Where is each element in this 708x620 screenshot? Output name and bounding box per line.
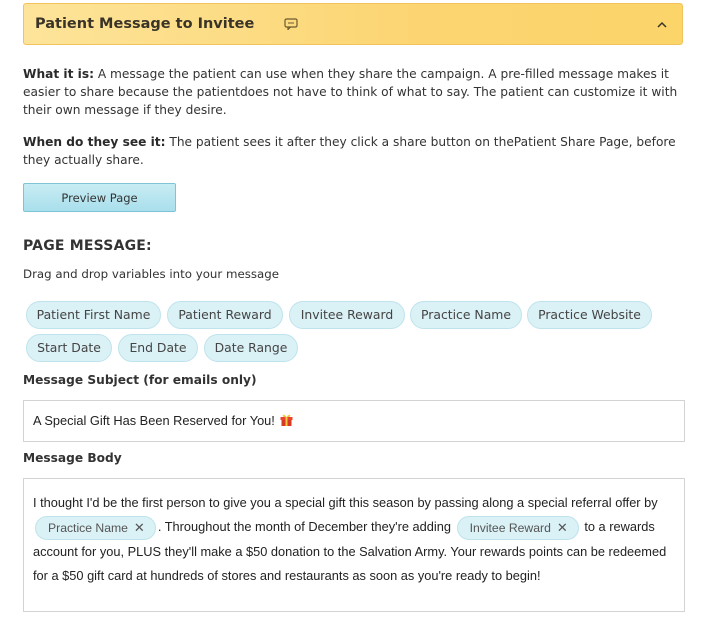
drag-drop-hint: Drag and drop variables into your messag… [23, 267, 280, 281]
chevron-up-icon[interactable] [655, 17, 669, 31]
message-subject-input[interactable]: A Special Gift Has Been Reserved for You… [23, 400, 685, 442]
variable-chip-patient-first-name[interactable]: Patient First Name [26, 301, 161, 329]
message-subject-label: Message Subject (for emails only) [23, 373, 257, 387]
message-body-editor[interactable]: I thought I'd be the first person to giv… [23, 478, 685, 612]
variable-chip-invitee-reward[interactable]: Invitee Reward [289, 301, 405, 329]
inline-variable-label: Invitee Reward [469, 520, 551, 535]
inline-variable-invitee-reward[interactable]: Invitee Reward ✕ [456, 515, 579, 540]
variable-chip-end-date[interactable]: End Date [118, 334, 198, 362]
message-body-label: Message Body [23, 451, 122, 465]
variable-chip-practice-website[interactable]: Practice Website [527, 301, 652, 329]
variable-chip-start-date[interactable]: Start Date [26, 334, 112, 362]
page-message-title: PAGE MESSAGE: [23, 238, 152, 254]
gift-icon [279, 412, 294, 430]
what-it-is-label: What it is: [23, 67, 94, 81]
variable-chip-practice-name[interactable]: Practice Name [410, 301, 522, 329]
remove-icon[interactable]: ✕ [557, 520, 568, 535]
inline-variable-practice-name[interactable]: Practice Name ✕ [35, 515, 156, 540]
what-it-is-text: A message the patient can use when they … [23, 67, 678, 117]
message-body-text-1: I thought I'd be the first person to giv… [33, 495, 658, 510]
message-icon [284, 18, 298, 30]
preview-page-button[interactable]: Preview Page [23, 183, 176, 212]
variable-chip-patient-reward[interactable]: Patient Reward [167, 301, 283, 329]
message-subject-value: A Special Gift Has Been Reserved for You… [33, 413, 275, 428]
section-title: Patient Message to Invitee [35, 16, 255, 32]
remove-icon[interactable]: ✕ [134, 520, 145, 535]
what-it-is-description: What it is: A message the patient can us… [23, 65, 683, 119]
inline-variable-label: Practice Name [48, 520, 128, 535]
section-header[interactable]: Patient Message to Invitee [23, 3, 683, 45]
when-see-description: When do they see it: The patient sees it… [23, 133, 683, 169]
message-body-text-2: . Throughout the month of December they'… [157, 519, 451, 534]
variable-chip-date-range[interactable]: Date Range [204, 334, 298, 362]
when-see-label: When do they see it: [23, 135, 166, 149]
